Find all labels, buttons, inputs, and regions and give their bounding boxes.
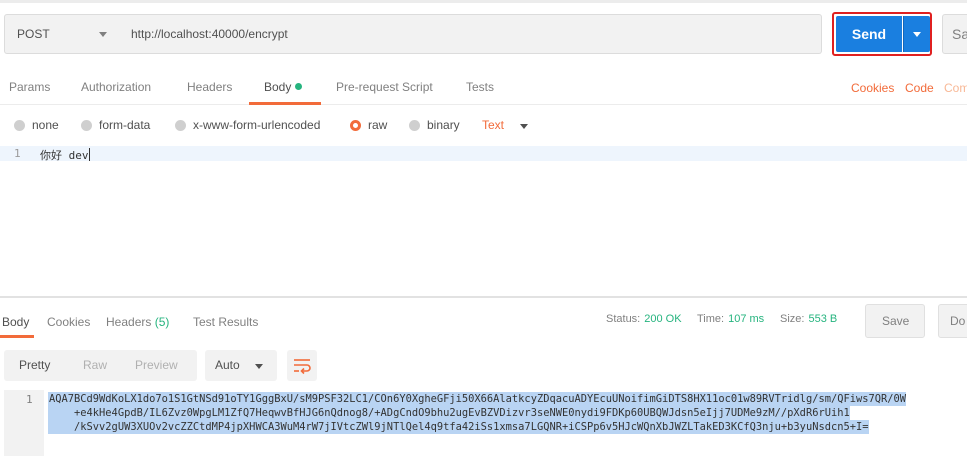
radio-urlencoded[interactable]: x-www-form-urlencoded <box>175 118 320 132</box>
radio-form-data[interactable]: form-data <box>81 118 150 132</box>
response-tab-cookies[interactable]: Cookies <box>47 315 90 329</box>
format-select-value: Auto <box>215 358 240 372</box>
response-line: +e4kHe4GpdB/IL6Zvz0WpgLM1ZfQ7HeqwvBfHJG6… <box>48 406 850 420</box>
size-readout: Size: 553 B <box>780 313 837 325</box>
chevron-down-icon <box>255 364 263 369</box>
size-label: Size: <box>780 313 805 325</box>
radio-circle-icon <box>175 119 186 131</box>
headers-count-badge: (5) <box>154 315 170 329</box>
radio-form-data-label: form-data <box>99 118 151 132</box>
active-tab-indicator <box>249 102 321 105</box>
chevron-down-icon <box>99 32 107 37</box>
radio-none[interactable]: none <box>14 118 59 132</box>
active-line-highlight <box>0 146 967 161</box>
radio-none-label: none <box>32 118 59 132</box>
response-tab-body[interactable]: Body <box>2 315 29 329</box>
line-number: 1 <box>14 147 21 160</box>
method-label: POST <box>17 27 50 41</box>
time-value: 107 ms <box>728 313 765 325</box>
radio-raw[interactable]: raw <box>350 118 387 132</box>
text-cursor <box>88 148 90 161</box>
radio-binary[interactable]: binary <box>409 118 460 132</box>
chevron-down-icon[interactable] <box>520 124 528 129</box>
response-view-modes: Pretty Raw Preview <box>4 350 197 381</box>
comments-link[interactable]: Com <box>944 81 967 95</box>
tab-authorization[interactable]: Authorization <box>81 80 151 94</box>
radio-binary-label: binary <box>427 118 460 132</box>
wrap-lines-icon <box>294 359 311 375</box>
tab-body[interactable]: Body <box>264 80 303 94</box>
tab-params[interactable]: Params <box>9 80 50 94</box>
time-readout: Time: 107 ms <box>697 313 764 325</box>
tab-prerequest-script[interactable]: Pre-request Script <box>336 80 433 94</box>
download-response-label: Do <box>950 314 966 328</box>
response-tab-headers[interactable]: Headers (5) <box>106 315 169 329</box>
size-value: 553 B <box>808 313 838 325</box>
body-indicator-dot <box>295 83 303 90</box>
send-button-group: Send <box>832 12 932 56</box>
save-response-label: Save <box>882 314 910 328</box>
editor-line[interactable]: 你好 dev <box>40 147 90 163</box>
editor-text: 你好 dev <box>40 149 89 162</box>
response-tabs: Body Cookies Headers (5) Test Results St… <box>0 304 967 338</box>
download-response-button[interactable]: Do <box>938 304 967 338</box>
radio-circle-icon <box>14 119 25 131</box>
tab-tests[interactable]: Tests <box>466 80 494 94</box>
save-request-label: Sa <box>952 26 967 42</box>
radio-circle-icon <box>81 119 92 131</box>
radio-raw-label: raw <box>368 118 388 132</box>
request-body-editor[interactable]: 1 你好 dev <box>0 146 967 296</box>
response-line: AQA7BCd9WdKoLX1do7o1S1GtNSd91oTY1GggBxU/… <box>48 392 907 406</box>
status-value: 200 OK <box>644 313 682 325</box>
status-label: Status: <box>606 313 641 325</box>
top-divider <box>0 0 967 3</box>
response-gutter <box>4 390 44 456</box>
request-tabs: Params Authorization Headers Body Pre-re… <box>0 72 967 105</box>
radio-urlencoded-label: x-www-form-urlencoded <box>193 118 321 132</box>
save-request-button[interactable]: Sa <box>942 14 967 54</box>
time-label: Time: <box>697 313 725 325</box>
response-line: /kSvv2gUW3XUOv2vcZZCtdMP4jpXHWCA3WuM4rW7… <box>48 420 869 434</box>
send-options-button[interactable] <box>903 16 930 52</box>
view-preview-button[interactable]: Preview <box>135 358 178 372</box>
tab-body-label: Body <box>264 80 292 94</box>
cookies-link[interactable]: Cookies <box>851 81 894 95</box>
response-tab-headers-label: Headers <box>106 315 152 329</box>
url-value: http://localhost:40000/encrypt <box>131 27 288 41</box>
view-raw-button[interactable]: Raw <box>83 358 107 372</box>
send-button[interactable]: Send <box>836 16 902 52</box>
content-type-select[interactable]: Text <box>482 118 504 132</box>
status-readout: Status: 200 OK <box>606 313 682 325</box>
radio-circle-icon <box>409 119 420 131</box>
view-pretty-button[interactable]: Pretty <box>19 358 50 372</box>
active-response-tab-indicator <box>0 335 34 338</box>
body-type-options: none form-data x-www-form-urlencoded raw… <box>0 118 967 136</box>
save-response-button[interactable]: Save <box>865 304 925 338</box>
response-body-viewer[interactable]: 1 AQA7BCd9WdKoLX1do7o1S1GtNSd91oTY1GggBx… <box>0 390 967 456</box>
chevron-down-icon <box>913 32 921 37</box>
code-link[interactable]: Code <box>905 81 934 95</box>
radio-selected-icon <box>350 119 361 131</box>
response-line-number: 1 <box>26 393 33 406</box>
url-input[interactable]: http://localhost:40000/encrypt <box>120 14 822 54</box>
pane-divider[interactable] <box>0 296 967 298</box>
wrap-lines-button[interactable] <box>287 350 317 381</box>
tab-headers[interactable]: Headers <box>187 80 232 94</box>
response-tab-test-results[interactable]: Test Results <box>193 315 258 329</box>
method-select[interactable]: POST <box>4 14 121 54</box>
format-select[interactable]: Auto <box>205 350 277 381</box>
